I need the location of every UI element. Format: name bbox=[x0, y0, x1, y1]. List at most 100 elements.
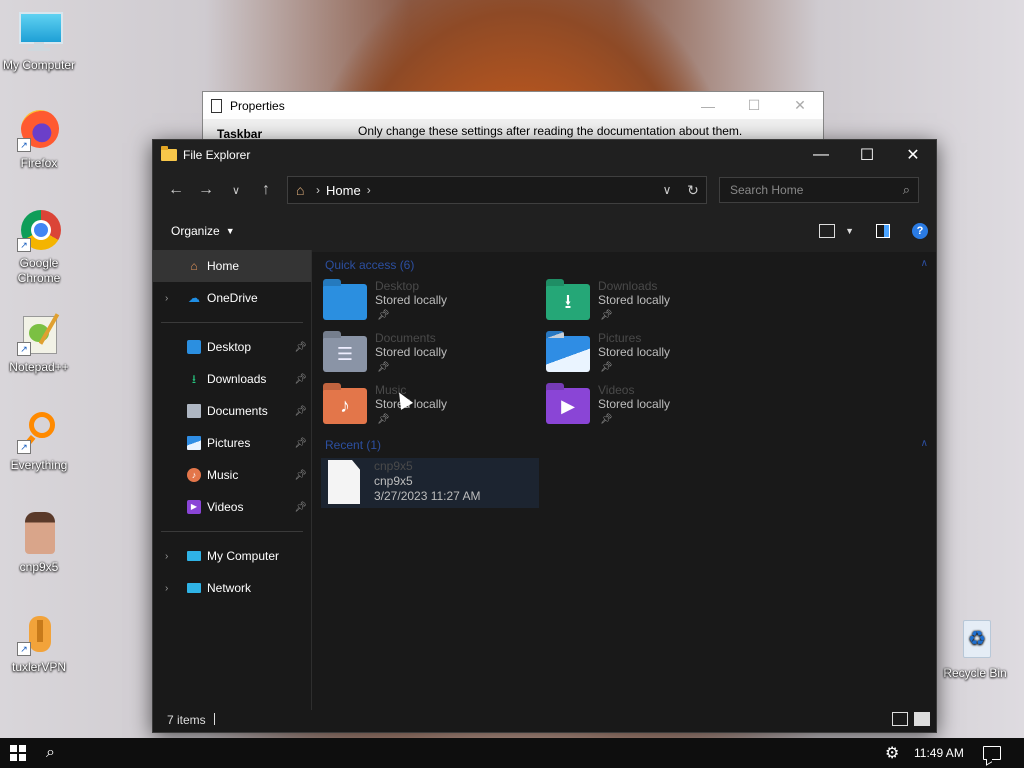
minimize-button[interactable]: — bbox=[798, 140, 844, 170]
nav-item-network[interactable]: › Network bbox=[153, 572, 311, 604]
recent-file-date: 3/27/2023 11:27 AM bbox=[374, 489, 481, 503]
music-icon: ♪ bbox=[187, 468, 201, 482]
file-explorer-window[interactable]: File Explorer — ☐ ✕ ← → ∨ ↑ ⌂ › Home › ∨… bbox=[152, 139, 937, 733]
large-icons-view-icon[interactable] bbox=[914, 712, 930, 726]
desktop-icon-recycle-bin[interactable]: ♻ Recycle Bin bbox=[936, 618, 1014, 681]
recent-header[interactable]: Recent (1) bbox=[325, 438, 381, 452]
breadcrumb-home[interactable]: Home bbox=[326, 183, 361, 198]
collapse-quick-access-icon[interactable]: ∧ bbox=[921, 258, 928, 269]
properties-title: Properties bbox=[230, 98, 285, 113]
tile-status: Stored locally bbox=[598, 345, 671, 359]
up-button[interactable]: ↑ bbox=[251, 175, 281, 205]
cloud-icon: ☁ bbox=[188, 291, 200, 305]
shortcut-arrow-icon: ↗ bbox=[17, 642, 31, 656]
nav-label: Documents bbox=[207, 404, 268, 418]
clock[interactable]: 11:49 AM bbox=[914, 746, 964, 760]
view-options-chevron-icon[interactable]: ▼ bbox=[845, 226, 854, 236]
search-box[interactable]: ⌕ bbox=[719, 177, 919, 203]
close-button[interactable]: ✕ bbox=[890, 140, 936, 170]
desktop-icon-tuxlervpn[interactable]: ↗ tuxlerVPN bbox=[0, 612, 78, 675]
nav-item-onedrive[interactable]: › ☁ OneDrive bbox=[153, 282, 311, 314]
tile-status: Stored locally bbox=[375, 293, 448, 307]
change-view-icon[interactable] bbox=[819, 224, 836, 238]
search-icon[interactable]: ⌕ bbox=[903, 182, 910, 198]
help-icon[interactable]: ? bbox=[912, 223, 928, 239]
minimize-button[interactable]: — bbox=[685, 92, 731, 119]
gear-icon[interactable]: ⚙ bbox=[885, 743, 899, 763]
chevron-right-icon[interactable]: › bbox=[165, 293, 168, 304]
desktop-icon-cnp9x5[interactable]: cnp9x5 bbox=[0, 512, 78, 575]
quick-access-tile-desktop[interactable]: Desktop Stored locally 📌︎ bbox=[323, 278, 543, 328]
nav-item-music[interactable]: ♪ Music 📌︎ bbox=[153, 459, 311, 491]
address-bar[interactable]: ⌂ › Home › ∨ ↻ bbox=[287, 176, 707, 204]
desktop-icon-firefox[interactable]: ↗ Firefox bbox=[0, 108, 78, 171]
nav-item-home[interactable]: ⌂ Home bbox=[153, 250, 311, 282]
chevron-right-icon[interactable]: › bbox=[165, 551, 168, 562]
back-button[interactable]: ← bbox=[161, 175, 191, 205]
nav-item-desktop[interactable]: Desktop 📌︎ bbox=[153, 331, 311, 363]
nav-label: Network bbox=[207, 581, 252, 595]
maximize-button[interactable]: ☐ bbox=[844, 140, 890, 170]
tile-name: Desktop bbox=[375, 279, 420, 293]
pin-icon[interactable]: 📌︎ bbox=[294, 342, 307, 353]
pin-icon[interactable]: 📌︎ bbox=[294, 470, 307, 481]
nav-item-pictures[interactable]: Pictures 📌︎ bbox=[153, 427, 311, 459]
recent-file-item[interactable]: cnp9x5 cnp9x5 3/27/2023 11:27 AM bbox=[321, 458, 539, 508]
pin-icon[interactable]: 📌︎ bbox=[294, 502, 307, 513]
forward-button[interactable]: → bbox=[191, 175, 221, 205]
download-icon: ⭳ bbox=[191, 372, 197, 386]
quick-access-tile-documents[interactable]: ☰ Documents Stored locally 📌︎ bbox=[323, 330, 543, 380]
desktop-icon-google-chrome[interactable]: ↗ Google Chrome bbox=[0, 208, 78, 286]
document-icon bbox=[187, 404, 201, 418]
desktop-folder-icon bbox=[187, 340, 201, 354]
desktop-icon-label: cnp9x5 bbox=[19, 560, 59, 574]
organize-label: Organize bbox=[171, 224, 220, 238]
desktop-icon-my-computer[interactable]: My Computer bbox=[0, 10, 78, 73]
quick-access-tile-music[interactable]: ♪ Music Stored locally 📌︎ bbox=[323, 382, 543, 432]
breadcrumb-separator-icon: › bbox=[316, 183, 320, 197]
quick-access-header[interactable]: Quick access (6) bbox=[325, 258, 414, 272]
notepad-plus-plus-icon: ↗ bbox=[17, 312, 61, 356]
nav-divider bbox=[161, 322, 303, 323]
pin-icon[interactable]: 📌︎ bbox=[294, 438, 307, 449]
pin-icon[interactable]: 📌︎ bbox=[294, 374, 307, 385]
quick-access-tile-pictures[interactable]: Pictures Stored locally 📌︎ bbox=[546, 330, 766, 380]
content-pane: Quick access (6) ∧ Desktop Stored locall… bbox=[313, 250, 934, 710]
chevron-right-icon[interactable]: › bbox=[165, 583, 168, 594]
breadcrumb-separator-icon[interactable]: › bbox=[367, 183, 371, 197]
notification-center-icon[interactable] bbox=[983, 746, 1001, 760]
tile-name: Documents bbox=[375, 331, 436, 345]
desktop-icon-label: My Computer bbox=[2, 58, 76, 72]
nav-item-documents[interactable]: Documents 📌︎ bbox=[153, 395, 311, 427]
nav-label: Pictures bbox=[207, 436, 251, 450]
close-button[interactable]: ✕ bbox=[777, 92, 823, 119]
organize-menu-button[interactable]: Organize ▼ bbox=[171, 224, 235, 238]
pictures-folder-icon bbox=[546, 336, 590, 372]
taskbar: ⌕ ⚙ 11:49 AM bbox=[0, 738, 1024, 768]
nav-divider bbox=[161, 531, 303, 532]
search-input[interactable] bbox=[728, 182, 882, 198]
nav-item-videos[interactable]: ▶ Videos 📌︎ bbox=[153, 491, 311, 523]
nav-label: Music bbox=[207, 468, 239, 482]
desktop-icon-notepad-plus-plus[interactable]: ↗ Notepad++ bbox=[0, 312, 78, 375]
details-view-icon[interactable] bbox=[892, 712, 908, 726]
recent-locations-button[interactable]: ∨ bbox=[221, 175, 251, 205]
start-button[interactable] bbox=[10, 745, 26, 761]
window-title: File Explorer bbox=[183, 148, 251, 162]
quick-access-tile-downloads[interactable]: ⭳ Downloads Stored locally 📌︎ bbox=[546, 278, 766, 328]
maximize-button[interactable]: ☐ bbox=[731, 92, 777, 119]
search-icon[interactable]: ⌕ bbox=[46, 744, 55, 762]
nav-item-my-computer[interactable]: › My Computer bbox=[153, 540, 311, 572]
folder-icon bbox=[161, 146, 177, 161]
preview-pane-icon[interactable] bbox=[876, 224, 890, 238]
nav-item-downloads[interactable]: ⭳ Downloads 📌︎ bbox=[153, 363, 311, 395]
desktop-icon-everything[interactable]: ↗ Everything bbox=[0, 410, 78, 473]
refresh-icon[interactable]: ↻ bbox=[680, 182, 706, 199]
collapse-recent-icon[interactable]: ∧ bbox=[921, 438, 928, 449]
address-dropdown-icon[interactable]: ∨ bbox=[654, 183, 680, 197]
item-count: 7 items bbox=[167, 713, 206, 727]
quick-access-tile-videos[interactable]: ▶ Videos Stored locally 📌︎ bbox=[546, 382, 766, 432]
explorer-titlebar[interactable]: File Explorer — ☐ ✕ bbox=[153, 140, 936, 170]
music-folder-icon: ♪ bbox=[323, 388, 367, 424]
pin-icon[interactable]: 📌︎ bbox=[294, 406, 307, 417]
